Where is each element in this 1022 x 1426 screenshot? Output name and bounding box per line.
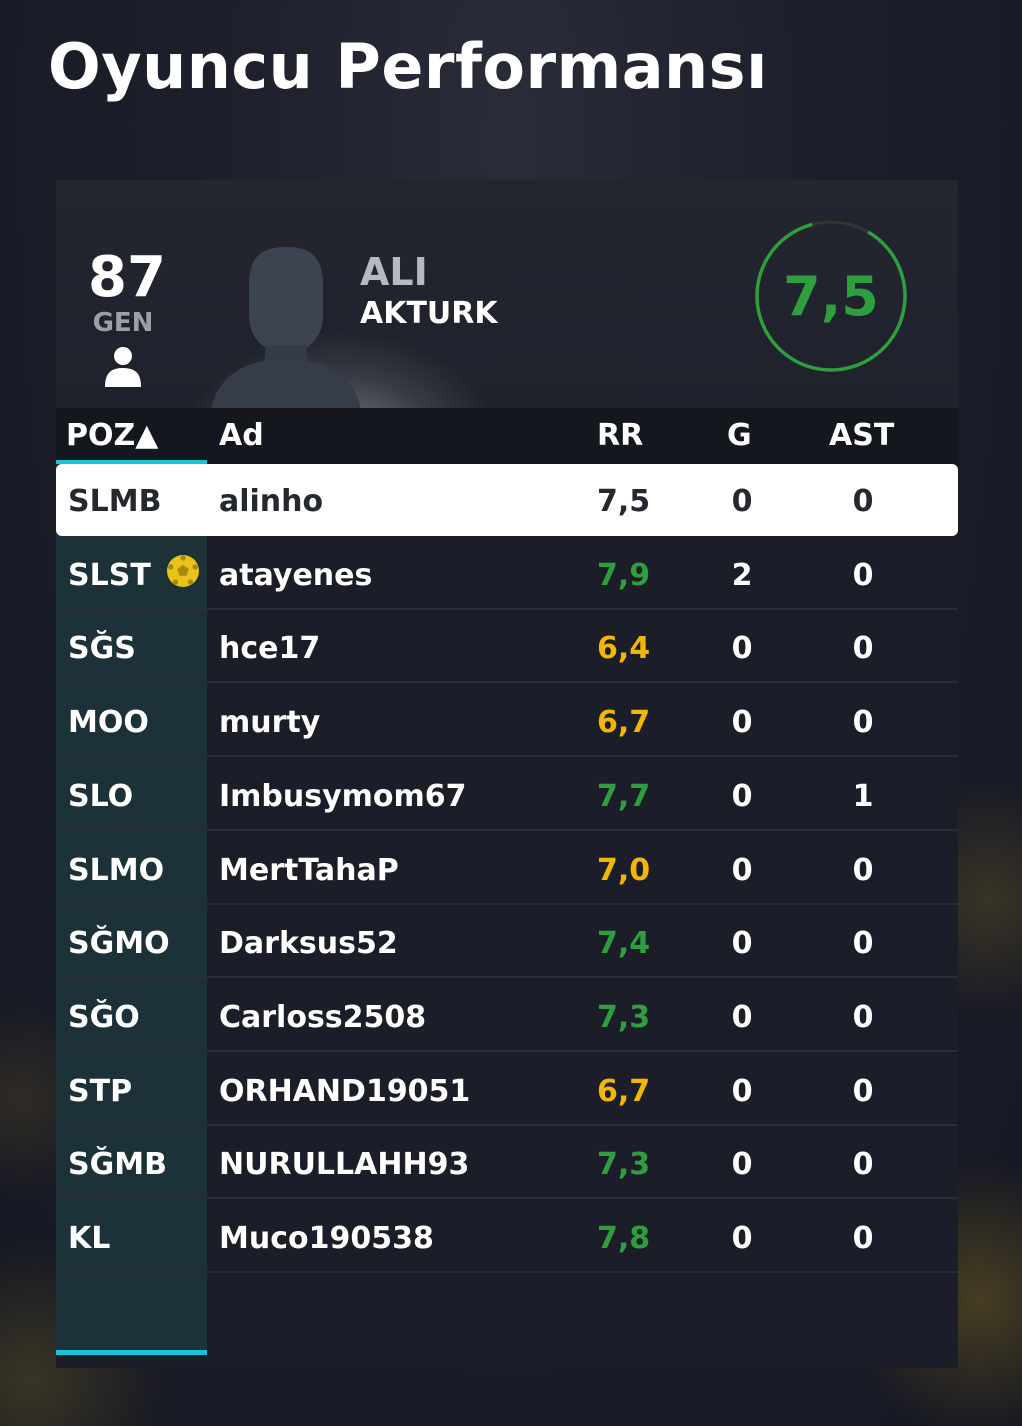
row-goals: 0 (731, 852, 753, 888)
row-position: SĞMO (68, 926, 170, 962)
table-row[interactable]: SLMO MertTahaP 7,0 0 0 (56, 833, 958, 905)
row-assists: 0 (852, 631, 874, 667)
row-goals: 0 (731, 705, 753, 741)
row-goals: 0 (731, 778, 753, 814)
table-row[interactable]: SLMB alinho 7,5 0 0 (56, 464, 958, 536)
row-assists: 0 (852, 999, 874, 1035)
row-position: SLST (68, 557, 151, 593)
row-position: SLMB (68, 484, 162, 519)
header-assists[interactable]: AST (829, 418, 894, 453)
row-assists: 0 (852, 1147, 874, 1183)
overall-label: GEN (92, 308, 154, 338)
row-assists: 0 (852, 1221, 874, 1256)
row-assists: 0 (852, 705, 874, 741)
table-row[interactable]: SĞS hce17 6,4 0 0 (56, 611, 958, 684)
row-rating: 6,4 (597, 631, 651, 667)
table-row[interactable]: SLO Imbusymom67 7,7 0 1 (56, 759, 958, 831)
row-rating: 7,7 (597, 778, 651, 814)
row-player-name: MertTahaP (219, 852, 399, 888)
row-goals: 0 (731, 1147, 753, 1183)
row-player-name: alinho (219, 484, 324, 519)
row-assists: 0 (852, 852, 874, 888)
overall-rating: 87 (88, 245, 166, 310)
table-row[interactable]: SĞMB NURULLAHH93 7,3 0 0 (56, 1127, 958, 1200)
player-last-name: AKTURK (360, 296, 498, 331)
row-rating: 7,4 (597, 926, 651, 962)
person-icon (105, 347, 141, 387)
row-player-name: Imbusymom67 (219, 778, 467, 814)
row-assists: 0 (852, 484, 874, 519)
row-position: SĞS (68, 631, 136, 667)
row-position: STP (68, 1073, 133, 1109)
row-player-name: NURULLAHH93 (219, 1147, 470, 1183)
table-row[interactable]: MOO murty 6,7 0 0 (56, 685, 958, 758)
table-row[interactable]: SLST atayenes 7,9 2 0 (56, 538, 958, 610)
ball-icon (167, 554, 199, 587)
table-row[interactable]: SĞO Carloss2508 7,3 0 0 (56, 980, 958, 1052)
header-pos-sort[interactable]: POZ▲ (66, 418, 158, 453)
row-player-name: Carloss2508 (219, 999, 427, 1035)
player-silhouette-icon (211, 247, 361, 408)
table-header: POZ▲ Ad RR G AST (56, 408, 958, 464)
player-first-name: ALI (360, 250, 428, 294)
row-rating: 7,0 (597, 852, 651, 888)
row-goals: 0 (731, 631, 753, 667)
row-rating: 7,3 (597, 1147, 651, 1183)
row-goals: 0 (731, 1221, 753, 1256)
row-rating: 6,7 (597, 1073, 651, 1109)
row-goals: 0 (731, 999, 753, 1035)
row-position: KL (68, 1221, 111, 1256)
row-player-name: Darksus52 (219, 926, 398, 962)
row-rating: 7,8 (597, 1221, 651, 1256)
row-assists: 1 (852, 778, 874, 814)
row-player-name: Muco190538 (219, 1221, 434, 1256)
performance-panel: 87 GEN ALI AKTURK 7,5 POZ▲ Ad RR G AST S (56, 180, 958, 1368)
row-position: SLMO (68, 852, 165, 888)
player-header-card: 87 GEN ALI AKTURK 7,5 (56, 180, 958, 408)
row-goals: 2 (731, 557, 753, 593)
row-goals: 0 (731, 484, 753, 519)
row-position: SĞO (68, 999, 140, 1035)
header-goals[interactable]: G (727, 418, 752, 453)
page-title: Oyuncu Performansı (48, 30, 768, 103)
row-player-name: murty (219, 705, 321, 741)
row-assists: 0 (852, 557, 874, 593)
row-position: SĞMB (68, 1147, 167, 1183)
row-assists: 0 (852, 1073, 874, 1109)
row-rating: 7,9 (597, 557, 651, 593)
row-rating: 7,5 (597, 484, 651, 519)
row-goals: 0 (731, 926, 753, 962)
row-position: MOO (68, 705, 149, 741)
header-name[interactable]: Ad (219, 418, 264, 453)
table-row[interactable]: SĞMO Darksus52 7,4 0 0 (56, 906, 958, 979)
table-row[interactable]: STP ORHAND19051 6,7 0 0 (56, 1054, 958, 1126)
header-rating[interactable]: RR (597, 418, 643, 453)
row-rating: 7,3 (597, 999, 651, 1035)
position-column-scroll-indicator (56, 1350, 207, 1355)
match-rating-value: 7,5 (783, 264, 879, 328)
row-position: SLO (68, 778, 134, 814)
row-player-name: hce17 (219, 631, 321, 667)
row-player-name: ORHAND19051 (219, 1073, 471, 1109)
row-player-name: atayenes (219, 557, 373, 593)
row-assists: 0 (852, 926, 874, 962)
row-rating: 6,7 (597, 705, 651, 741)
row-goals: 0 (731, 1073, 753, 1109)
table-row[interactable]: KL Muco190538 7,8 0 0 (56, 1201, 958, 1273)
